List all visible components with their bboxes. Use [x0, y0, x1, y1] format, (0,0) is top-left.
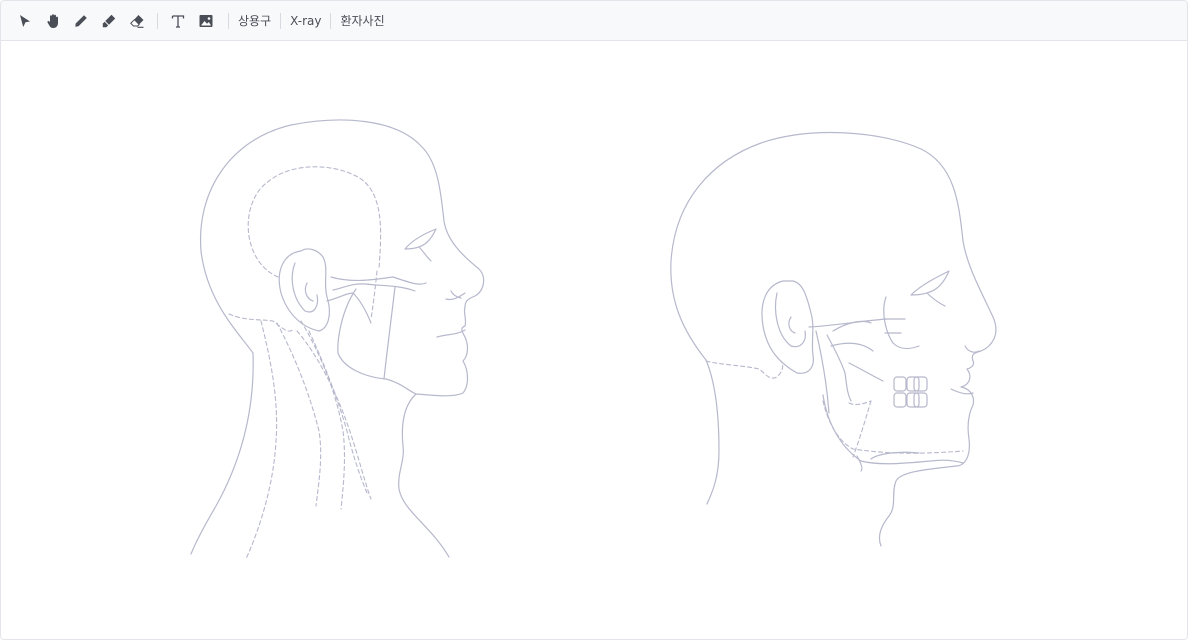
drawing-canvas[interactable] — [1, 41, 1187, 639]
head-neck-lateral-diagram — [190, 119, 485, 560]
skull-jaw-lateral-diagram — [670, 132, 997, 547]
drawing-board: 상용구 X-ray 환자사진 — [0, 0, 1188, 640]
